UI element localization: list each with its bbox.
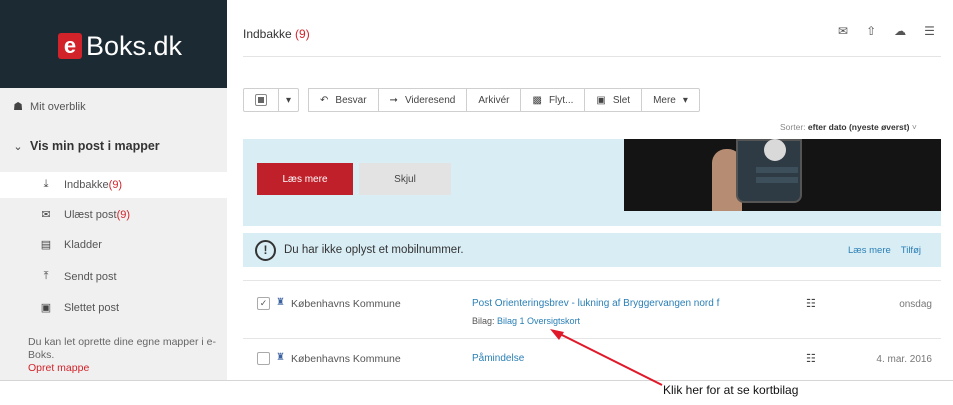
sidebar-item-label: Indbakke [64, 179, 109, 191]
sidebar-item-count: (9) [108, 179, 123, 191]
arrow-right-icon: ➞ [389, 94, 398, 106]
trash-icon: ▣ [596, 94, 606, 106]
sidebar-item-inbox[interactable]: ⤓ Indbakke(9) [0, 172, 227, 198]
sitemap-icon: ☷ [806, 298, 816, 310]
toolbar: ▾ ↶ Besvar ➞ Videresend Arkivér ▩ Flyt... ▣… [243, 88, 700, 112]
folder-icon: ▩ [532, 94, 542, 106]
move-label: Flyt... [548, 94, 574, 106]
sort-value: efter dato (nyeste øverst) [807, 122, 910, 132]
banner-read-more-button[interactable]: Læs mere [257, 163, 353, 195]
envelope-icon: ✉ [41, 208, 51, 221]
trash-icon: ▣ [40, 301, 52, 314]
message-subject-link[interactable]: Påmindelse [472, 353, 524, 364]
caret-down-icon: ˅ [911, 122, 917, 132]
screenshot-edge [0, 380, 953, 381]
document-icon: ▤ [40, 238, 52, 251]
info-add-link[interactable]: Tilføj [901, 245, 921, 256]
caret-down-icon: ▾ [286, 94, 292, 106]
page-title-text: Indbakke [243, 27, 292, 41]
annotation-arrow [550, 329, 663, 386]
sort-control[interactable]: Sorter: efter dato (nyeste øverst) ˅ [780, 122, 917, 132]
banner-image [624, 139, 941, 211]
exclamation-icon: ! [255, 240, 276, 261]
crest-icon: ♜ [276, 352, 285, 363]
upload-icon[interactable]: ⇧ [866, 24, 876, 38]
info-bar-links: Læs mere Tilføj [848, 245, 921, 256]
sidebar-item-label: Sendt post [64, 271, 117, 283]
sidebar-item-label: Kladder [64, 239, 102, 251]
logo-text: Boks.dk [86, 31, 183, 61]
message-checkbox[interactable] [257, 352, 270, 365]
outbox-icon: ⤒ [43, 269, 49, 282]
divider [243, 280, 941, 281]
message-checkbox[interactable]: ✓ [257, 297, 270, 310]
phone-bar-graphic [756, 177, 798, 183]
sort-prefix: Sorter: [780, 122, 806, 132]
message-attachments: Bilag: Bilag 1 Oversigtskort [472, 316, 580, 326]
attachment-link[interactable]: Bilag 1 Oversigtskort [497, 316, 580, 326]
cloud-upload-icon[interactable]: ☁ [894, 24, 906, 38]
sidebar-item-label: Mit overblik [30, 101, 86, 113]
message-sender: Københavns Kommune [291, 353, 401, 365]
message-sender: Københavns Kommune [291, 298, 401, 310]
phone-avatar-graphic [764, 139, 786, 161]
sidebar-info-text: Du kan let oprette dine egne mapper i e-… [28, 336, 216, 361]
inbox-icon: ⤓ [43, 177, 49, 190]
phone-bar-graphic [756, 167, 798, 173]
page-title-count: (9) [295, 27, 310, 41]
crest-icon: ♜ [276, 297, 285, 308]
more-button[interactable]: Mere ▾ [642, 88, 700, 112]
sidebar-item-sent[interactable]: ⤒ Sendt post [0, 264, 227, 290]
sidebar-item-label: Ulæst post [64, 209, 117, 221]
divider [243, 56, 941, 57]
select-dropdown-button[interactable]: ▾ [279, 88, 300, 112]
top-icons: ✉ ⇧ ☁ ☰ [838, 24, 935, 38]
annotation-text: Klik her for at se kortbilag [663, 383, 799, 397]
reply-button[interactable]: ↶ Besvar [308, 88, 379, 112]
sidebar-section-label: Vis min post i mapper [30, 139, 160, 153]
delete-label: Slet [612, 94, 631, 106]
more-label: Mere [653, 94, 676, 106]
logo-area: e Boks.dk [0, 0, 227, 88]
mail-icon[interactable]: ✉ [838, 24, 848, 38]
reply-label: Besvar [335, 94, 367, 106]
attachments-label: Bilag: [472, 316, 495, 326]
sidebar-item-label: Slettet post [64, 302, 120, 314]
select-all-icon [255, 94, 267, 106]
sidebar-item-overview[interactable]: ☗ Mit overblik [0, 96, 227, 116]
reply-icon: ↶ [320, 94, 329, 106]
banner-hide-button[interactable]: Skjul [359, 163, 451, 195]
forward-button[interactable]: ➞ Videresend [378, 88, 468, 112]
create-folder-link[interactable]: Opret mappe [28, 362, 89, 374]
delete-button[interactable]: ▣ Slet [585, 88, 643, 112]
select-all-button[interactable] [243, 88, 279, 112]
home-icon: ☗ [13, 100, 23, 113]
sitemap-icon: ☷ [806, 353, 816, 365]
page-title: Indbakke (9) [243, 27, 310, 41]
sidebar-item-unread[interactable]: ✉ Ulæst post(9) [0, 202, 227, 228]
move-button[interactable]: ▩ Flyt... [521, 88, 586, 112]
info-read-more-link[interactable]: Læs mere [848, 245, 891, 256]
sidebar: e Boks.dk ☗ Mit overblik ⌄ Vis min post … [0, 0, 227, 380]
forward-label: Videresend [404, 94, 456, 106]
chevron-down-icon: ⌄ [13, 140, 23, 153]
sidebar-info: Du kan let oprette dine egne mapper i e-… [28, 336, 218, 375]
message-date: onsdag [899, 299, 932, 310]
caret-down-icon: ▾ [682, 94, 688, 106]
sidebar-item-drafts[interactable]: ▤ Kladder [0, 232, 227, 258]
sidebar-item-count: (9) [116, 209, 131, 221]
info-bar-text: Du har ikke oplyst et mobilnummer. [284, 244, 464, 256]
logo-mark: e [58, 33, 82, 59]
message-subject-link[interactable]: Post Orienteringsbrev - lukning af Brygg… [472, 298, 719, 309]
archive-label: Arkivér [478, 94, 510, 106]
message-date: 4. mar. 2016 [876, 354, 932, 365]
sidebar-item-deleted[interactable]: ▣ Slettet post [0, 295, 227, 321]
sidebar-section-folders[interactable]: ⌄ Vis min post i mapper [0, 130, 227, 162]
archive-button[interactable]: Arkivér [467, 88, 522, 112]
menu-icon[interactable]: ☰ [924, 24, 935, 38]
